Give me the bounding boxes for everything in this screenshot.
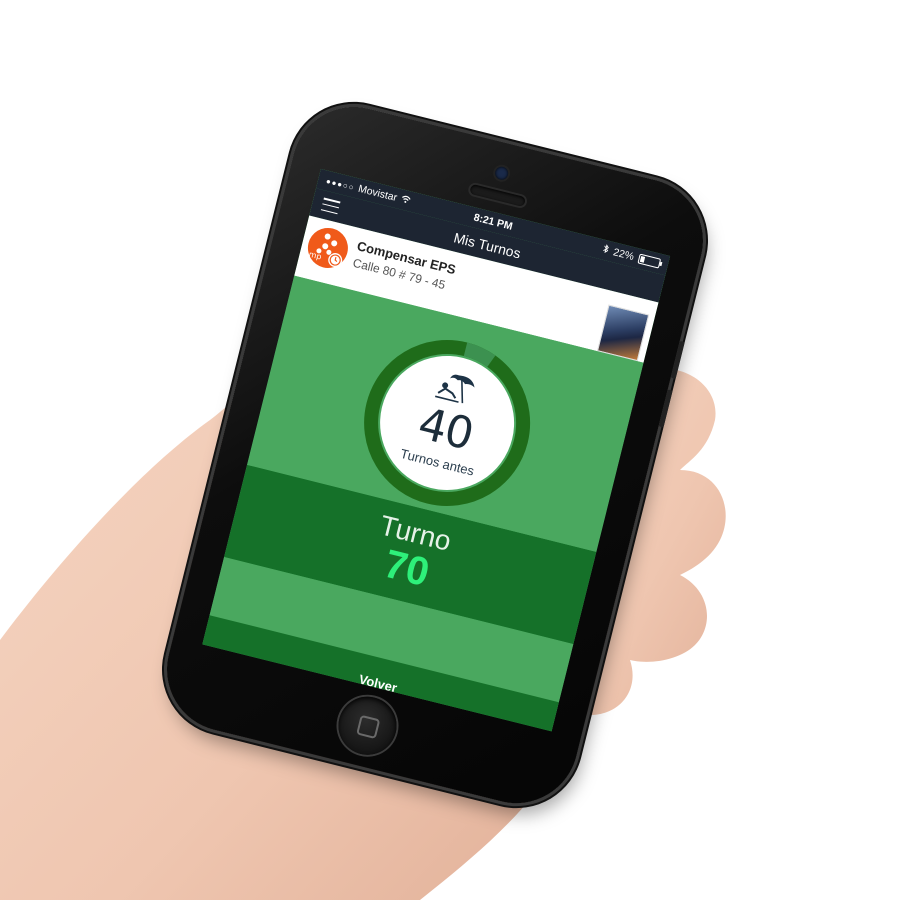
battery-icon [637,253,662,269]
svg-text:mp: mp [308,250,323,262]
app-screen: ●●●○○ Movistar 8:21 PM 22% Mis Turnos mp… [202,168,671,732]
speaker [469,183,527,208]
camera [493,165,510,182]
mp-logo-icon: mp [303,223,353,273]
back-button[interactable]: Volver [358,671,399,695]
hamburger-icon[interactable] [320,197,341,215]
home-button[interactable] [332,690,403,761]
home-square-icon [356,714,381,740]
